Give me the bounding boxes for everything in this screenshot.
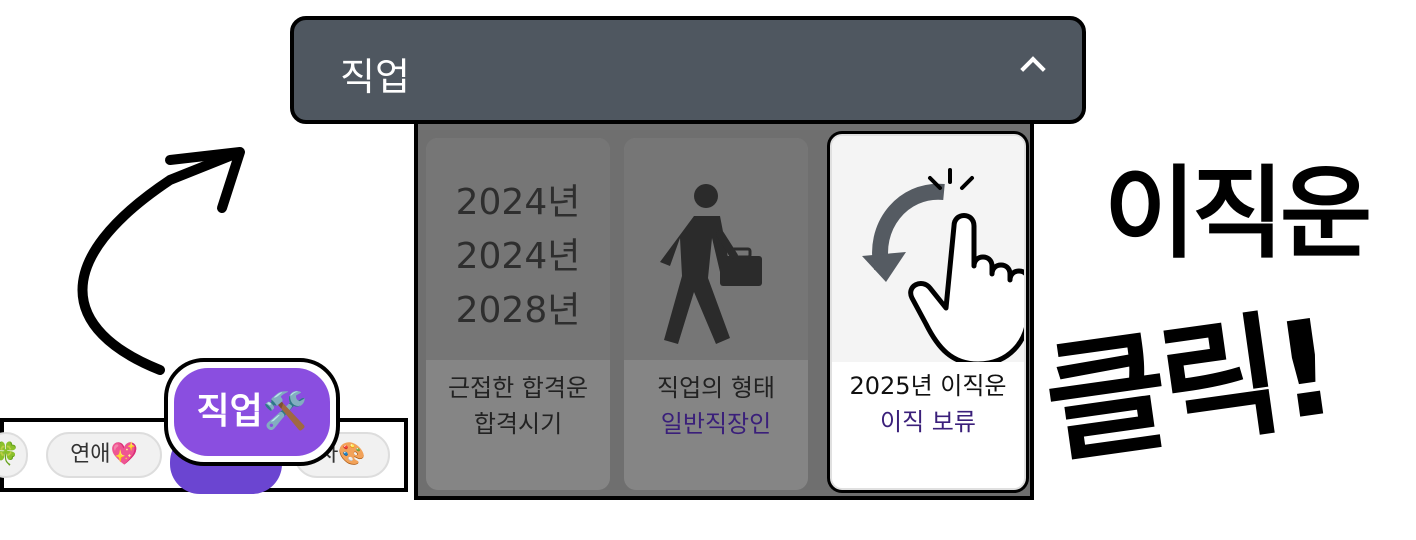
tab-clover[interactable]: 🍀 [0, 432, 28, 478]
card-subtitle: 이직 보류 [880, 408, 976, 436]
card-title: 직업의 형태 [656, 374, 776, 402]
card-title: 2025년 이직운 [849, 372, 1007, 400]
header-title: 직업 [340, 55, 410, 99]
job-section-header[interactable]: 직업 [290, 16, 1086, 124]
pass-years: 2024년 2024년 2028년 [426, 176, 610, 338]
card-subtitle: 일반직장인 [660, 410, 772, 438]
card-pass-fortune[interactable]: 2024년 2024년 2028년 근접한 합격운 합격시기 [426, 138, 610, 490]
chevron-up-icon[interactable] [1020, 56, 1046, 82]
annotation-click: 클릭! [1036, 290, 1341, 483]
card-job-type[interactable]: 직업의 형태 일반직장인 [624, 138, 808, 490]
tab-job-label: 직업🛠️ [174, 368, 330, 456]
tab-job[interactable]: 직업🛠️ [164, 358, 340, 466]
card-job-change-fortune[interactable]: 2025년 이직운 이직 보류 [830, 134, 1026, 490]
job-cards-panel: 2024년 2024년 2028년 근접한 합격운 합격시기 직업의 형태 일반… [414, 120, 1034, 500]
year-1: 2024년 [455, 182, 581, 223]
tap-hand-icon [862, 168, 1024, 362]
annotation-job-change: 이직운 [1104, 155, 1372, 272]
curved-arrow-icon [77, 147, 245, 375]
card-subtitle: 합격시기 [473, 410, 563, 438]
walking-businessman-icon [660, 184, 762, 344]
card-title: 근접한 합격운 [447, 374, 589, 402]
year-3: 2028년 [455, 290, 581, 331]
year-2: 2024년 [455, 236, 581, 277]
